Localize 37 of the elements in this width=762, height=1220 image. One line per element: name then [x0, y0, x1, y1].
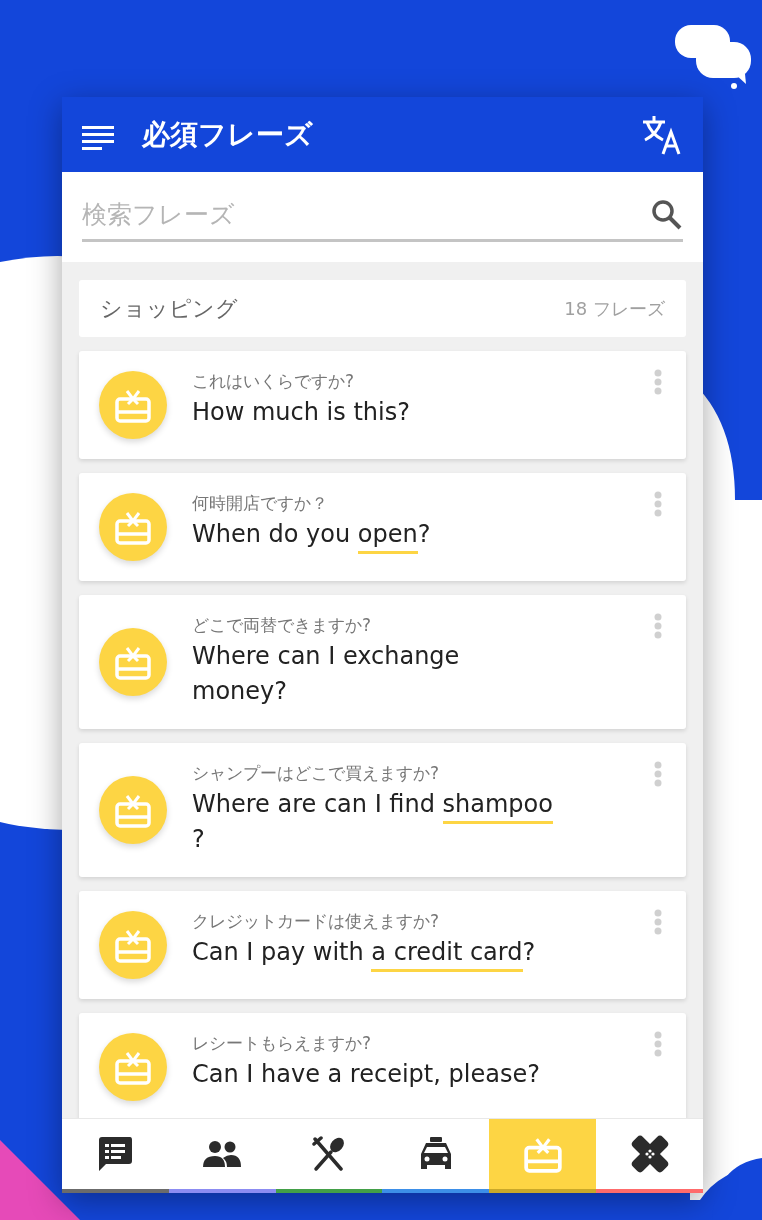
japanese-phrase: どこで両替できますか?	[192, 614, 373, 637]
phrase-card[interactable]: これはいくらですか? How much is this?	[79, 351, 686, 459]
gift-card-icon	[114, 792, 152, 828]
japanese-phrase: クレジットカードは使えますか?	[192, 910, 441, 933]
phrase-card[interactable]: レシートもらえますか? Can I have a receipt, please?	[79, 1013, 686, 1118]
phrase-card[interactable]: 何時開店ですか？ When do you open?	[79, 473, 686, 581]
english-phrase: Where can I exchange money?	[192, 641, 461, 707]
gift-card-icon	[114, 644, 152, 680]
translate-icon[interactable]	[641, 113, 683, 156]
english-phrase: How much is this?	[192, 397, 411, 428]
menu-icon[interactable]	[82, 123, 116, 152]
japanese-phrase: 何時開店ですか？	[192, 492, 329, 515]
phrase-card[interactable]: シャンプーはどこで買えますか? Where are can I find shampoo ?	[79, 743, 686, 877]
english-phrase: Where are can I find shampoo ?	[192, 789, 554, 855]
english-phrase: Can I have a receipt, please?	[192, 1059, 541, 1090]
category-name: ショッピング	[100, 295, 238, 323]
phrase-card[interactable]: クレジットカードは使えますか? Can I pay with a credit card?	[79, 891, 686, 999]
gift-card-icon	[114, 387, 152, 423]
speech-bubbles-icon	[675, 25, 751, 89]
phrase-card[interactable]: どこで両替できますか? Where can I exchange money?	[79, 595, 686, 729]
message-list-icon	[97, 1136, 134, 1172]
taxi-icon	[418, 1136, 453, 1172]
bandage-icon	[630, 1135, 669, 1173]
japanese-phrase: レシートもらえますか?	[192, 1032, 373, 1055]
search-field[interactable]: 検索フレーズ	[82, 195, 651, 234]
phrase-count: 18 フレーズ	[564, 297, 665, 321]
gift-card-icon	[114, 1049, 152, 1085]
english-phrase: Can I pay with a credit card?	[192, 935, 554, 970]
app-title: 必須フレーズ	[142, 116, 313, 153]
japanese-phrase: シャンプーはどこで買えますか?	[192, 762, 441, 785]
people-icon	[203, 1140, 242, 1168]
english-phrase: When do you open?	[192, 517, 554, 552]
japanese-phrase: これはいくらですか?	[192, 370, 356, 393]
gift-card-icon	[114, 927, 152, 963]
gift-card-icon	[114, 509, 152, 545]
search-icon[interactable]	[651, 198, 683, 231]
search-bar[interactable]: 検索フレーズ	[62, 172, 703, 262]
